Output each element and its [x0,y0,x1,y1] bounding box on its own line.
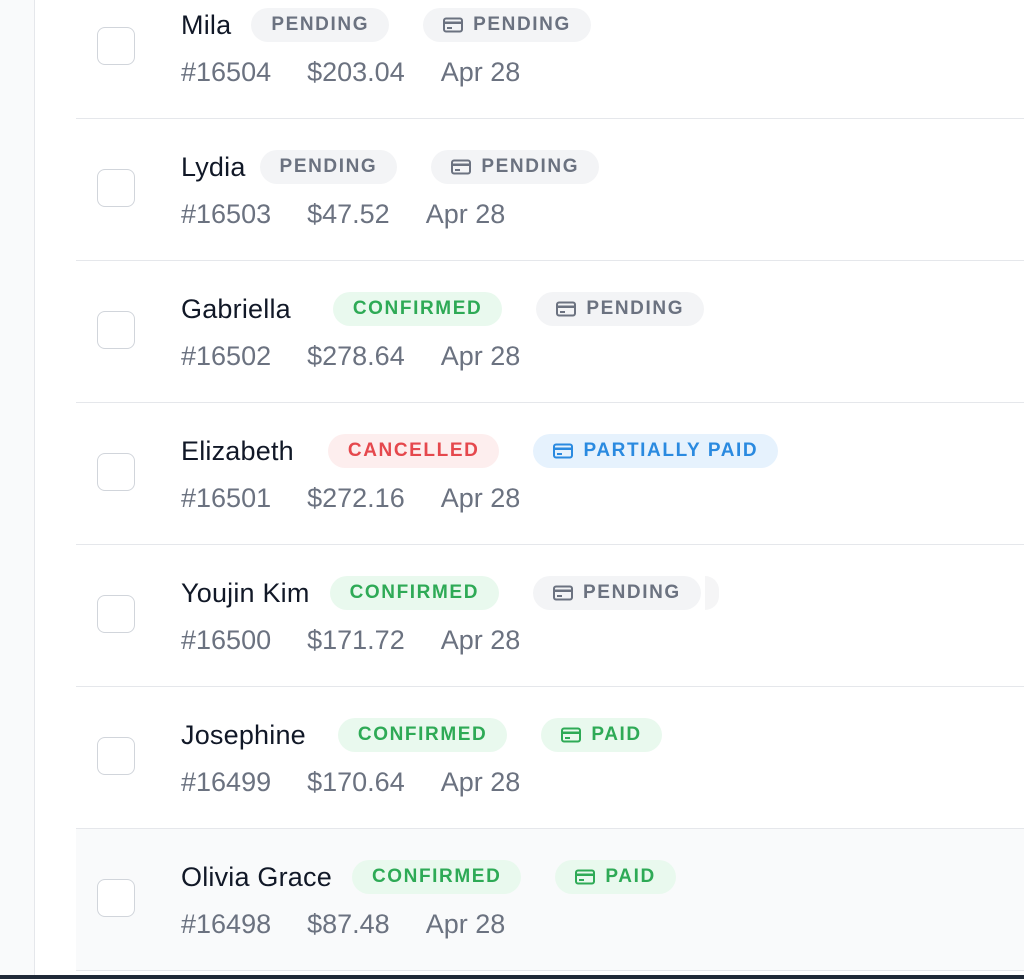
row-checkbox[interactable] [97,595,135,633]
order-row[interactable]: Mila PENDING PENDING #16504 $203.04 Apr … [76,0,1024,119]
order-date: Apr 28 [440,341,521,371]
order-meta: #16504 $203.04 Apr 28 [181,57,556,88]
payment-status-label: PAID [591,724,642,745]
row-checkbox[interactable] [97,737,135,775]
customer-name: Olivia Grace [181,861,332,892]
row-checkbox[interactable] [97,311,135,349]
payment-status-label: PENDING [481,156,580,177]
order-total: $47.52 [307,199,390,229]
payment-status-badge: PENDING [533,576,701,610]
order-number: #16503 [181,199,272,229]
order-meta: #16502 $278.64 Apr 28 [181,341,556,372]
credit-card-icon [553,443,574,459]
order-header: Lydia PENDING PENDING [181,150,633,184]
order-meta: #16498 $87.48 Apr 28 [181,909,541,940]
order-total: $170.64 [307,767,405,797]
order-status-badge: CONFIRMED [329,576,500,610]
order-number: #16502 [181,341,272,371]
order-total: $87.48 [307,909,390,939]
orders-screen: Mila PENDING PENDING #16504 $203.04 Apr … [0,0,1024,979]
orders-list: Mila PENDING PENDING #16504 $203.04 Apr … [76,0,1024,971]
payment-status-badge: PENDING [423,8,591,42]
order-status-badge: CONFIRMED [332,292,503,326]
order-row[interactable]: Elizabeth CANCELLED PARTIALLY PAID #1650… [76,403,1024,545]
order-date: Apr 28 [440,767,521,797]
payment-status-badge: PENDING [536,292,705,326]
payment-status-label: PAID [605,866,656,887]
order-number: #16500 [181,625,272,655]
customer-name: Lydia [181,151,246,182]
order-row[interactable]: Gabriella CONFIRMED PENDING #16502 $278.… [76,261,1024,403]
order-number: #16504 [181,57,272,87]
order-date: Apr 28 [440,625,521,655]
customer-name: Youjin Kim [181,577,310,608]
order-date: Apr 28 [425,909,506,939]
overflow-pill-edge [704,576,719,610]
order-header: Olivia Grace CONFIRMED PAID [181,860,710,894]
order-row[interactable]: Youjin Kim CONFIRMED PENDING #16500 $171… [76,545,1024,687]
order-total: $272.16 [307,483,405,513]
order-header: Josephine CONFIRMED PAID [181,718,696,752]
order-date: Apr 28 [425,199,506,229]
row-checkbox[interactable] [97,169,135,207]
left-gutter [0,0,35,979]
credit-card-icon [553,585,574,601]
order-header: Gabriella CONFIRMED PENDING [181,292,738,326]
credit-card-icon [443,17,464,33]
order-meta: #16501 $272.16 Apr 28 [181,483,556,514]
credit-card-icon [451,159,472,175]
order-row[interactable]: Josephine CONFIRMED PAID #16499 $170.64 … [76,687,1024,829]
order-meta: #16500 $171.72 Apr 28 [181,625,556,656]
bottom-edge-bar [0,975,1024,979]
credit-card-icon [556,301,577,317]
order-status-badge: CONFIRMED [351,860,522,894]
order-header: Mila PENDING PENDING [181,8,625,42]
order-status-badge: PENDING [259,150,398,184]
credit-card-icon [575,869,596,885]
customer-name: Josephine [181,719,306,750]
payment-status-label: PENDING [473,14,571,35]
order-row[interactable]: Olivia Grace CONFIRMED PAID #16498 $87.4… [76,829,1024,971]
order-date: Apr 28 [440,57,521,87]
row-checkbox[interactable] [97,879,135,917]
payment-status-label: PENDING [583,582,681,603]
order-header: Elizabeth CANCELLED PARTIALLY PAID [181,434,812,468]
payment-status-badge: PAID [541,718,662,752]
order-total: $203.04 [307,57,405,87]
payment-status-label: PENDING [586,298,685,319]
payment-status-label: PARTIALLY PAID [583,440,759,461]
order-meta: #16503 $47.52 Apr 28 [181,199,541,230]
customer-name: Gabriella [181,293,291,324]
order-status-badge: CONFIRMED [337,718,508,752]
order-header: Youjin Kim CONFIRMED PENDING [181,576,719,610]
order-number: #16501 [181,483,272,513]
customer-name: Mila [181,9,232,40]
customer-name: Elizabeth [181,435,294,466]
order-meta: #16499 $170.64 Apr 28 [181,767,556,798]
order-total: $171.72 [307,625,405,655]
payment-status-badge: PARTIALLY PAID [533,434,779,468]
row-checkbox[interactable] [97,453,135,491]
row-checkbox[interactable] [97,27,135,65]
order-status-badge: PENDING [251,8,390,42]
order-status-badge: CANCELLED [327,434,500,468]
order-date: Apr 28 [440,483,521,513]
payment-status-badge: PAID [555,860,676,894]
payment-status-badge: PENDING [431,150,600,184]
order-row[interactable]: Lydia PENDING PENDING #16503 $47.52 Apr … [76,119,1024,261]
order-number: #16498 [181,909,272,939]
order-total: $278.64 [307,341,405,371]
credit-card-icon [561,727,582,743]
order-number: #16499 [181,767,272,797]
